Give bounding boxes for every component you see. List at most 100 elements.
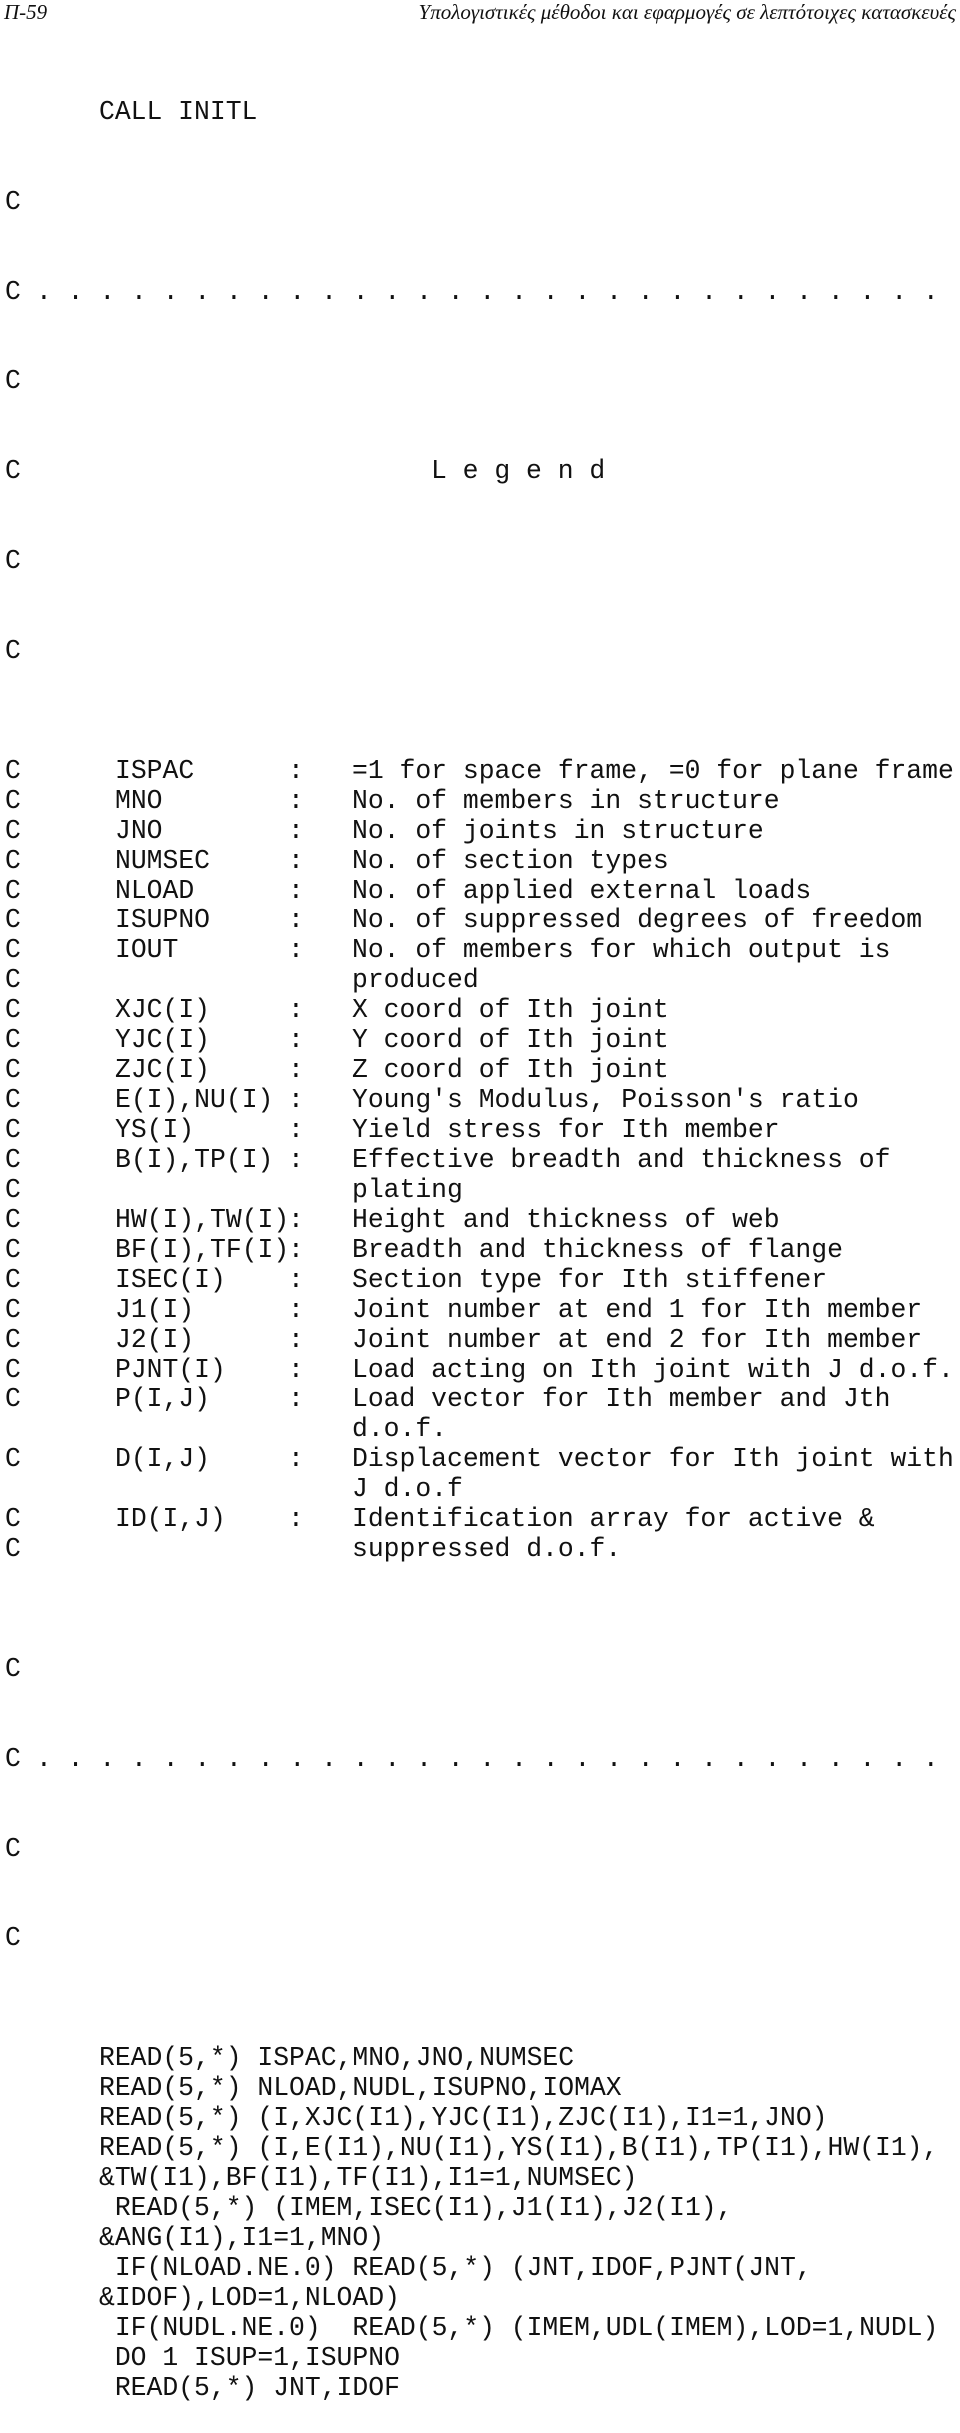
legend-variable: B(I),TP(I) (115, 1144, 274, 1175)
page-number: Π-59 (4, 0, 48, 24)
code-line: CALL INITL (0, 97, 960, 128)
legend-description: Load vector for Ith member and Jth (352, 1384, 891, 1415)
legend-row: C PJNT(I): Load acting on Ith joint with J… (0, 1354, 960, 1386)
comment-marker: C (5, 1324, 21, 1355)
legend-variable: ISUPNO (115, 905, 211, 936)
legend-description: =1 for space frame, =0 for plane frame (352, 755, 954, 786)
legend-colon: : (288, 755, 304, 786)
legend-row: C NUMSEC: No. of section types (0, 845, 960, 877)
comment-marker: C (5, 995, 21, 1026)
comment-line: C (0, 1653, 960, 1685)
legend-description: No. of section types (352, 845, 669, 876)
legend-description: No. of suppressed degrees of freedom (352, 905, 923, 936)
legend-variable: J1(I) (115, 1294, 195, 1325)
code-line: &IDOF),LOD=1,NLOAD) (0, 2282, 960, 2314)
legend-description-continuation: d.o.f. (352, 1414, 448, 1445)
code-line: READ(5,*) JNT,IDOF (0, 2372, 960, 2404)
legend-colon: : (288, 935, 304, 966)
legend-colon: : (288, 1384, 304, 1415)
comment-line: C (0, 546, 960, 577)
fortran-statement: &ANG(I1),I1=1,MNO) (99, 2222, 385, 2253)
separator-line: C . . . . . . . . . . . . . . . . . . . … (0, 1743, 960, 1775)
legend-variable: PJNT(I) (115, 1354, 226, 1385)
legend-variable: ISEC(I) (115, 1264, 226, 1295)
comment-marker: C (5, 1743, 21, 1774)
legend-block: C ISPAC: =1 for space frame, =0 for plane … (0, 755, 960, 1565)
legend-description-continuation: J d.o.f (352, 1474, 463, 1505)
legend-description: No. of members for which output is (352, 935, 891, 966)
comment-line: C (0, 366, 960, 397)
fortran-listing: CALL INITL C C . . . . . . . . . . . . .… (0, 38, 960, 2433)
legend-description: Young's Modulus, Poisson's ratio (352, 1085, 859, 1116)
comment-line: C (0, 1924, 960, 1954)
comment-marker: C (5, 1264, 21, 1295)
fortran-statement: IF(NLOAD.NE.0) READ(5,*) (JNT,IDOF,PJNT(… (99, 2252, 812, 2283)
legend-colon: : (288, 1444, 304, 1475)
comment-line: C (0, 186, 960, 218)
comment-marker: C (5, 1204, 21, 1235)
legend-colon: : (288, 1025, 304, 1056)
legend-row-continuation: J d.o.f (0, 1474, 960, 1505)
legend-variable: D(I,J) (115, 1444, 211, 1475)
legend-colon: : (288, 1294, 304, 1325)
code-line: READ(5,*) (I,E(I1),NU(I1),YS(I1),B(I1),T… (0, 2133, 960, 2164)
comment-marker: C (5, 1384, 21, 1415)
legend-colon: : (288, 1144, 304, 1175)
legend-description-continuation: produced (352, 965, 479, 996)
comment-marker: C (5, 276, 21, 307)
legend-variable: ID(I,J) (115, 1504, 226, 1535)
legend-heading-line: C L e g e n d (0, 456, 960, 487)
comment-marker: C (5, 755, 21, 786)
legend-colon: : (288, 995, 304, 1026)
legend-colon: : (288, 785, 304, 816)
comment-marker: C (5, 546, 21, 577)
dotted-separator: . . . . . . . . . . . . . . . . . . . . … (36, 1743, 939, 1774)
fortran-statement: READ(5,*) (IMEM,ISEC(I1),J1(I1),J2(I1), (99, 2192, 733, 2223)
legend-description: Joint number at end 2 for Ith member (352, 1324, 923, 1355)
comment-marker: C (5, 965, 21, 996)
legend-row: C ISUPNO: No. of suppressed degrees of fre… (0, 906, 960, 936)
legend-description: Joint number at end 1 for Ith member (352, 1294, 923, 1325)
code-line: READ(5,*) ISPAC,MNO,JNO,NUMSEC (0, 2043, 960, 2074)
fortran-statement: READ(5,*) NLOAD,NUDL,ISUPNO,IOMAX (99, 2073, 622, 2104)
legend-variable: XJC(I) (115, 995, 211, 1026)
comment-marker: C (5, 1833, 21, 1864)
legend-description: Z coord of Ith joint (352, 1055, 669, 1086)
code-line: &ANG(I1),I1=1,MNO) (0, 2222, 960, 2254)
legend-description: Load acting on Ith joint with J d.o.f. (352, 1354, 954, 1385)
fortran-statement: &IDOF),LOD=1,NLOAD) (99, 2282, 400, 2313)
comment-marker: C (5, 456, 21, 487)
legend-colon: : (288, 815, 304, 846)
legend-variable: YS(I) (115, 1115, 195, 1146)
legend-colon: : (288, 875, 304, 906)
legend-colon: : (288, 1324, 304, 1355)
fortran-statement: READ(5,*) (I,XJC(I1),YJC(I1),ZJC(I1),I1=… (99, 2103, 828, 2134)
legend-description: Height and thickness of web (352, 1204, 780, 1235)
comment-marker: C (5, 935, 21, 966)
legend-variable: YJC(I) (115, 1025, 211, 1056)
fortran-statement: IF(NUDL.NE.0) READ(5,*) (IMEM,UDL(IMEM),… (99, 2312, 939, 2343)
legend-colon: : (288, 1504, 304, 1535)
legend-row-continuation: Cproduced (0, 965, 960, 996)
code-line: DO 1 ISUP=1,ISUPNO (0, 2343, 960, 2374)
legend-row-continuation: d.o.f. (0, 1414, 960, 1445)
comment-marker: C (5, 186, 21, 217)
legend-variable: NLOAD (115, 875, 195, 906)
legend-colon: : (288, 845, 304, 876)
comment-marker: C (5, 905, 21, 936)
comment-marker: C (5, 1055, 21, 1086)
legend-description: Yield stress for Ith member (352, 1115, 780, 1146)
comment-marker: C (5, 875, 21, 906)
legend-row: C E(I),NU(I): Young's Modulus, Poisson's r… (0, 1085, 960, 1116)
legend-row: C BF(I),TF(I): Breadth and thickness of fl… (0, 1235, 960, 1266)
fortran-statement: READ(5,*) JNT,IDOF (99, 2372, 400, 2403)
comment-marker: C (5, 1354, 21, 1385)
legend-description: Y coord of Ith joint (352, 1025, 669, 1056)
legend-variable: IOUT (115, 935, 179, 966)
legend-colon: : (288, 905, 304, 936)
comment-marker: C (5, 1923, 21, 1954)
comment-marker: C (5, 1653, 21, 1684)
legend-title: L e g e n d (431, 456, 606, 487)
legend-row: C ISEC(I): Section type for Ith stiffener (0, 1264, 960, 1296)
code-line: READ(5,*) (I,XJC(I1),YJC(I1),ZJC(I1),I1=… (0, 2103, 960, 2134)
